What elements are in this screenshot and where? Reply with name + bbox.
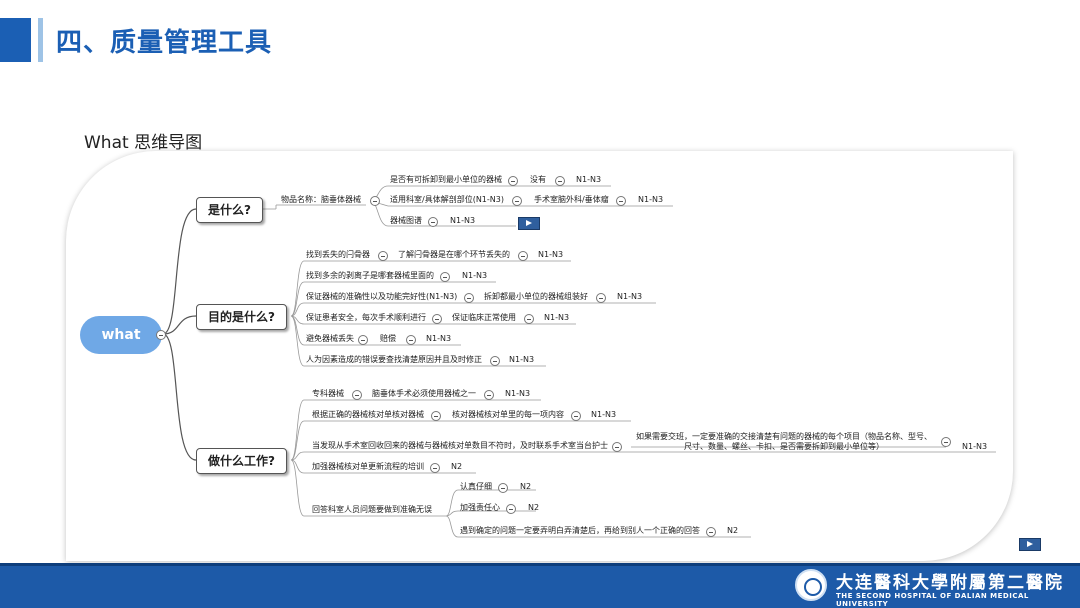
branch-purpose[interactable]: 目的是什么? [196,304,287,330]
b2-row4: 保证患者安全，每次手术顺利进行 [306,313,426,322]
b2-row3-b: 拆卸都最小单位的器械组装好 [484,292,588,301]
collapse-toggle-icon[interactable] [490,356,500,366]
hospital-name-en: THE SECOND HOSPITAL OF DALIAN MEDICAL UN… [836,592,1029,608]
collapse-toggle-icon[interactable] [484,390,494,400]
collapse-toggle-icon[interactable] [464,293,474,303]
b3-row5-a-b: N2 [520,482,532,491]
collapse-toggle-icon[interactable] [508,176,518,186]
collapse-toggle-icon[interactable] [378,251,388,261]
b3-row1: 专科器械 [312,389,344,398]
collapse-toggle-icon[interactable] [706,527,716,537]
b3-row1-b: 脑垂体手术必须使用器械之一 [372,389,476,398]
b2-row6-b: N1-N3 [509,355,535,364]
b2-row3: 保证器械的准确性以及功能完好性(N1-N3) [306,292,458,301]
collapse-toggle-icon[interactable] [428,217,438,227]
b2-row1-c: N1-N3 [538,250,564,259]
b1-row2-b: 手术室脑外科/垂体瘤 [534,195,609,204]
hospital-name-cn: 大连醫科大學附屬第二醫院 [836,573,1064,593]
b3-row3-c: N1-N3 [962,442,988,451]
b2-row2-b: N1-N3 [462,271,488,280]
collapse-toggle-icon[interactable] [941,437,951,447]
collapse-toggle-icon[interactable] [506,504,516,514]
b3-row5-a: 认真仔细 [460,482,492,491]
b2-row5-c: N1-N3 [426,334,452,343]
collapse-toggle-icon[interactable] [352,390,362,400]
b1-row1-c: N1-N3 [576,175,602,184]
hospital-seal-icon [795,569,827,601]
b1-row1: 是否有可拆卸到最小单位的器械 [390,175,502,184]
collapse-toggle-icon[interactable] [612,442,622,452]
collapse-toggle-icon[interactable] [524,314,534,324]
collapse-toggle-icon[interactable] [596,293,606,303]
footer-bar: 大连醫科大學附屬第二醫院 THE SECOND HOSPITAL OF DALI… [0,563,1080,608]
collapse-toggle-icon[interactable] [571,411,581,421]
b2-row5: 避免器械丢失 [306,334,354,343]
b2-row6: 人为因素造成的错误要查找清楚原因并且及时修正 [306,355,482,364]
b2-row4-c: N1-N3 [544,313,570,322]
footer-divider [0,563,1080,566]
mindmap-subtitle: What 思维导图 [84,133,203,153]
collapse-toggle-icon[interactable] [432,314,442,324]
page-title: 四、质量管理工具 [56,28,273,58]
collapse-toggle-icon[interactable] [512,196,522,206]
b1-row1-b: 没有 [530,175,546,184]
b3-row5-b-b: N2 [528,503,540,512]
root-node[interactable]: what [80,316,162,354]
b1-row2: 适用科室/具体解剖部位(N1-N3) [390,195,504,204]
title-separator [38,18,43,62]
collapse-toggle-icon[interactable] [156,330,166,340]
b2-row2: 找到多余的剥离子是哪套器械里面的 [306,271,434,280]
play-flag-icon[interactable] [518,217,540,230]
b1-row3: 器械图谱 [390,216,422,225]
collapse-toggle-icon[interactable] [358,335,368,345]
b3-row5-b: 加强责任心 [460,503,500,512]
collapse-toggle-icon[interactable] [406,335,416,345]
b2-row3-c: N1-N3 [617,292,643,301]
collapse-toggle-icon[interactable] [498,483,508,493]
branch-what-is-it[interactable]: 是什么? [196,197,263,223]
collapse-toggle-icon[interactable] [431,411,441,421]
collapse-toggle-icon[interactable] [440,272,450,282]
title-accent-bar [0,18,31,62]
item-name: 物品名称：脑垂体器械 [281,195,361,204]
b2-row4-b: 保证临床正常使用 [452,313,516,322]
b3-row2-b: 核对器械核对单里的每一项内容 [452,410,564,419]
collapse-toggle-icon[interactable] [370,196,380,206]
collapse-toggle-icon[interactable] [518,251,528,261]
collapse-toggle-icon[interactable] [555,176,565,186]
mindmap-panel: what 是什么? 物品名称：脑垂体器械 是否有可拆卸到最小单位的器械 没有 N… [66,151,1013,561]
collapse-toggle-icon[interactable] [430,463,440,473]
collapse-toggle-icon[interactable] [616,196,626,206]
b3-row3: 当发现从手术室回收回来的器械与器械核对单数目不符时，及时联系手术室当台护士 [312,441,608,450]
b3-row5-c-b: N2 [727,526,739,535]
b1-row3-b: N1-N3 [450,216,476,225]
play-flag-icon[interactable] [1019,538,1041,551]
b3-row3-b2: 尺寸、数量、螺丝、卡扣、是否需要拆卸到最小单位等） [684,442,884,451]
branch-what-work[interactable]: 做什么工作? [196,448,287,474]
b3-row4-b: N2 [451,462,463,471]
b3-row2: 根据正确的器械核对单核对器械 [312,410,424,419]
b3-row2-c: N1-N3 [591,410,617,419]
b3-row5-c: 遇到确定的问题一定要弄明白弄清楚后，再给到别人一个正确的回答 [460,526,700,535]
b2-row5-b: 赔偿 [380,334,396,343]
b2-row1-b: 了解闩骨器是在哪个环节丢失的 [398,250,510,259]
b3-row4: 加强器械核对单更新流程的培训 [312,462,424,471]
b1-row2-c: N1-N3 [638,195,664,204]
b3-row5: 回答科室人员问题要做到准确无误 [312,505,432,514]
b3-row1-c: N1-N3 [505,389,531,398]
b3-row3-b1: 如果需要交班，一定要准确的交接清楚有问题的器械的每个项目（物品名称、型号、 [636,432,932,441]
b2-row1: 找到丢失的闩骨器 [306,250,370,259]
